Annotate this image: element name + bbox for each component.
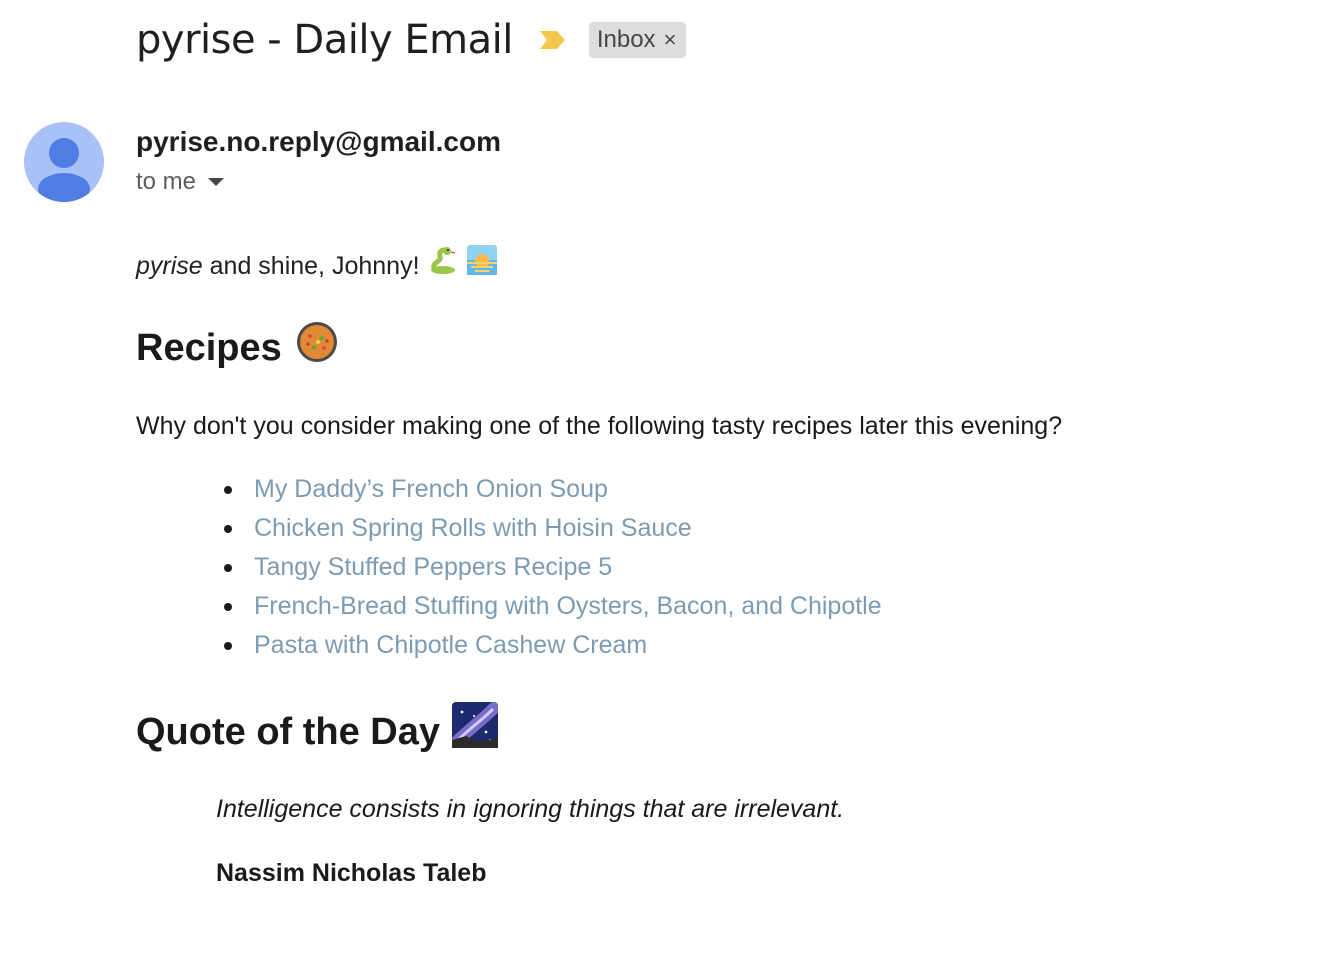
sunrise-emoji-icon: [466, 244, 498, 288]
recipient-details-toggle[interactable]: to me: [136, 164, 225, 200]
person-icon: [38, 138, 90, 202]
snake-emoji-icon: [428, 244, 458, 288]
recipient-text: to me: [136, 168, 197, 195]
recipes-intro: Why don't you consider making one of the…: [136, 412, 1063, 440]
important-marker-icon[interactable]: [539, 29, 567, 51]
list-item: Pasta with Chipotle Cashew Cream: [220, 626, 882, 665]
recipe-link[interactable]: French-Bread Stuffing with Oysters, Baco…: [254, 592, 882, 620]
recipes-heading-text: Recipes: [136, 326, 282, 369]
recipe-link[interactable]: Tangy Stuffed Peppers Recipe 5: [254, 553, 612, 581]
email-subject: pyrise - Daily Email: [136, 17, 513, 63]
recipe-list: My Daddy’s French Onion Soup Chicken Spr…: [220, 470, 882, 665]
email-view: pyrise - Daily Email Inbox × pyrise.no.r…: [0, 0, 1326, 956]
list-item: Chicken Spring Rolls with Hoisin Sauce: [220, 509, 882, 548]
subject-row: pyrise - Daily Email Inbox ×: [136, 12, 687, 68]
greeting-brand: pyrise: [136, 252, 203, 280]
list-item: French-Bread Stuffing with Oysters, Baco…: [220, 587, 882, 626]
list-item: Tangy Stuffed Peppers Recipe 5: [220, 548, 882, 587]
greeting: pyrise and shine, Johnny!: [136, 244, 498, 288]
recipes-heading: Recipes: [136, 318, 340, 377]
bullet-icon: [224, 603, 232, 611]
recipe-link[interactable]: Chicken Spring Rolls with Hoisin Sauce: [254, 514, 692, 542]
bullet-icon: [224, 642, 232, 650]
quote-heading-text: Quote of the Day: [136, 710, 441, 753]
bullet-icon: [224, 486, 232, 494]
recipe-link[interactable]: My Daddy’s French Onion Soup: [254, 475, 608, 503]
paella-emoji-icon: [294, 318, 340, 377]
list-item: My Daddy’s French Onion Soup: [220, 470, 882, 509]
chevron-down-icon[interactable]: [208, 178, 225, 186]
greeting-text: and shine, Johnny!: [202, 252, 420, 280]
bullet-icon: [224, 525, 232, 533]
quote-author: Nassim Nicholas Taleb: [216, 859, 487, 887]
remove-label-icon[interactable]: ×: [664, 22, 677, 58]
milky-way-emoji-icon: [450, 702, 501, 761]
label-chip-text: Inbox: [596, 26, 656, 53]
sender-avatar[interactable]: [24, 122, 104, 202]
recipe-link[interactable]: Pasta with Chipotle Cashew Cream: [254, 631, 647, 659]
bullet-icon: [224, 564, 232, 572]
sender-email: pyrise.no.reply@gmail.com: [136, 126, 501, 157]
quote-heading: Quote of the Day: [136, 702, 501, 761]
inbox-label-chip[interactable]: Inbox ×: [588, 22, 687, 58]
quote-text: Intelligence consists in ignoring things…: [216, 795, 845, 823]
